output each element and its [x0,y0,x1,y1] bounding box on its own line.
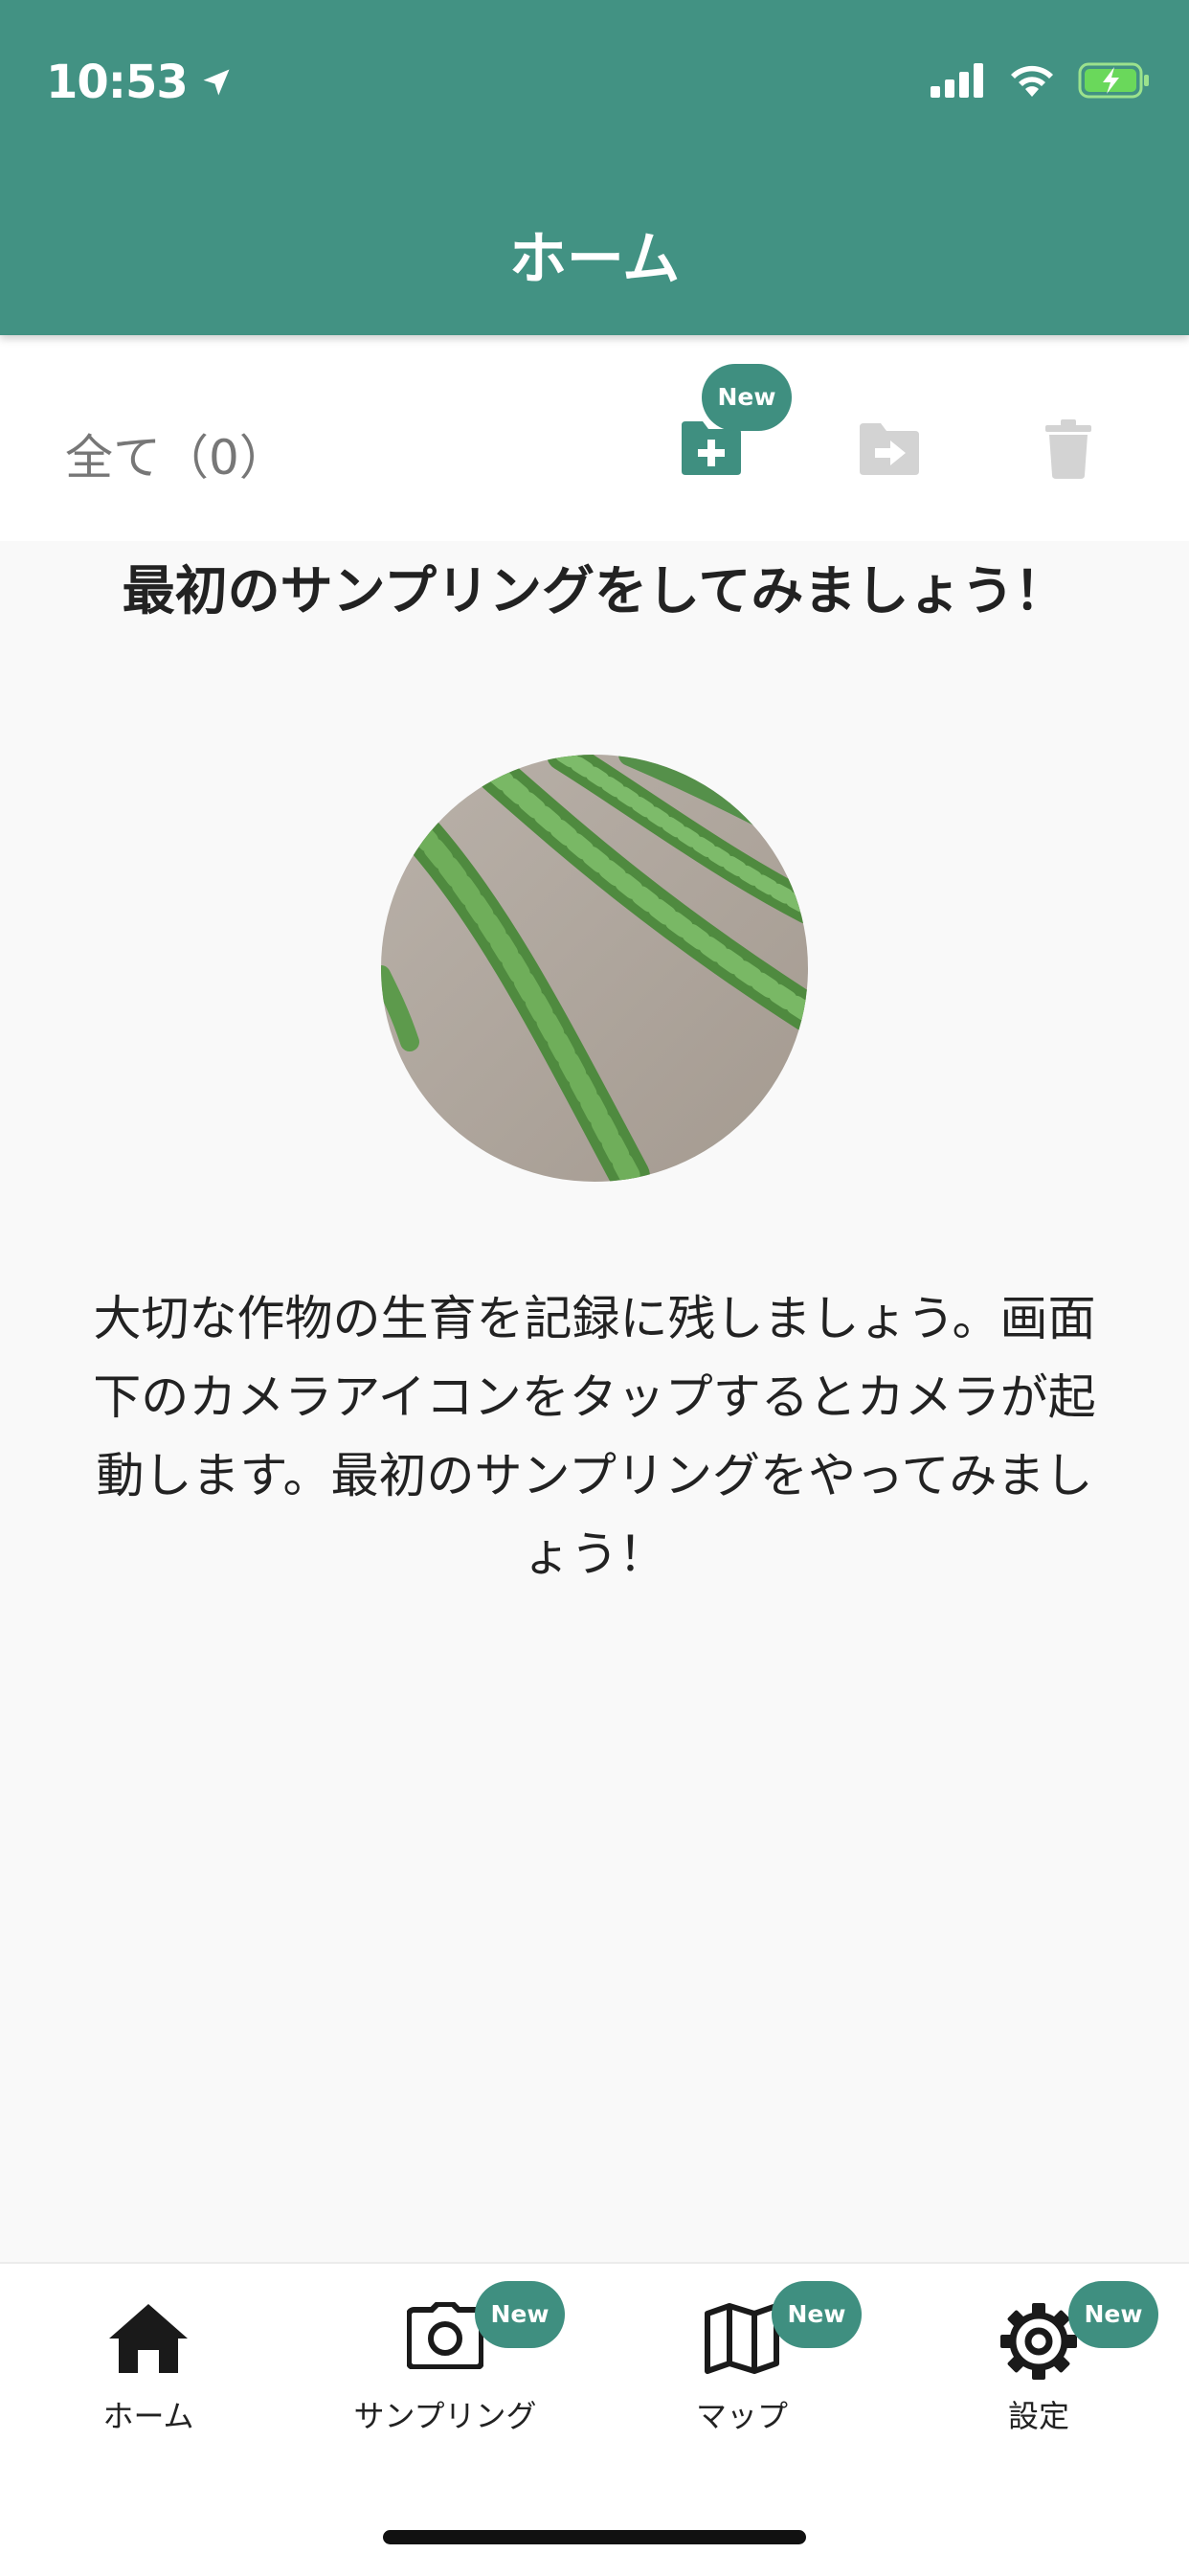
tab-settings-label: 設定 [1007,2398,1069,2434]
first-sampling-heading: 最初のサンプリングをしてみましょう！ [122,560,1067,621]
bottom-tab-bar: ホーム サンプリング New マップ New 設定 New [0,2262,1189,2576]
tab-sampling-label: サンプリング [353,2398,537,2434]
gear-icon [1000,2303,1077,2380]
home-indicator[interactable] [383,2530,806,2544]
status-indicators [931,61,1151,100]
description-line: 下のカメラアイコンをタップするとカメラが起 [93,1369,1096,1425]
trash-icon [1045,419,1091,479]
move-button[interactable] [856,421,923,481]
status-time: 10:53 [46,56,234,109]
filter-all-label[interactable]: 全て（0） [65,419,287,488]
sampling-description: 大切な作物の生育を記録に残しましょう。画面 下のカメラアイコンをタップするとカメ… [57,1279,1132,1593]
delete-button[interactable] [1045,419,1091,483]
add-folder-new-badge: New [702,364,792,431]
app-header: 10:53 ホーム [0,0,1189,335]
description-line: ょう！ [523,1526,666,1582]
location-arrow-icon [203,69,230,96]
crop-field-image [381,755,808,1182]
tab-home-label: ホーム [102,2398,194,2434]
folder-move-icon [860,423,919,475]
home-icon [109,2304,188,2373]
tab-map-new-badge: New [772,2281,862,2348]
tab-sampling-new-badge: New [475,2281,565,2348]
page-title: ホーム [508,226,681,293]
map-icon [705,2303,779,2374]
crop-field-photo [381,755,808,1182]
tab-map-label: マップ [695,2398,788,2434]
signal-icon [931,63,983,98]
description-line: 大切な作物の生育を記録に残しましょう。画面 [93,1291,1096,1346]
description-line: 動します。最初のサンプリングをやってみまし [96,1448,1093,1503]
tab-settings-new-badge: New [1068,2281,1158,2348]
status-time-text: 10:53 [46,56,189,109]
battery-charging-icon [1078,62,1149,99]
wifi-icon [1011,65,1053,97]
camera-icon [407,2302,483,2369]
tab-home[interactable]: ホーム [0,2264,297,2455]
